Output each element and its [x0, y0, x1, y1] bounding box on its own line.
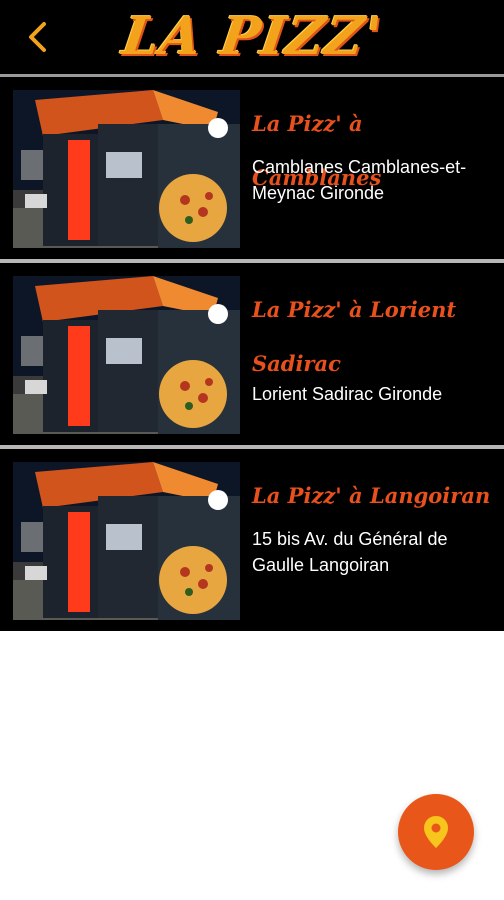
location-item[interactable]: La Pizz' à Langoiran 15 bis Av. du Génér…	[0, 449, 504, 631]
location-title: La Pizz' à Lorient Sadirac	[252, 297, 457, 376]
app-header: LA PIZZ'	[0, 0, 504, 74]
location-photo	[13, 90, 240, 248]
app-logo: LA PIZZ'	[118, 6, 386, 67]
location-item[interactable]: La Pizz' à Camblanes Camblanes Camblanes…	[0, 77, 504, 259]
location-item[interactable]: La Pizz' à Lorient Sadirac Lorient Sadir…	[0, 263, 504, 445]
location-address: Camblanes Camblanes-et-Meynac Gironde	[252, 157, 467, 203]
map-button[interactable]	[398, 794, 474, 870]
location-title: La Pizz' à Langoiran	[252, 483, 491, 508]
location-address: 15 bis Av. du Général de Gaulle Langoira…	[252, 529, 448, 575]
location-photo	[13, 462, 240, 620]
location-list: La Pizz' à Camblanes Camblanes Camblanes…	[0, 77, 504, 631]
location-address: Lorient Sadirac Gironde	[252, 384, 443, 404]
location-photo	[13, 276, 240, 434]
map-pin-icon	[424, 816, 448, 848]
